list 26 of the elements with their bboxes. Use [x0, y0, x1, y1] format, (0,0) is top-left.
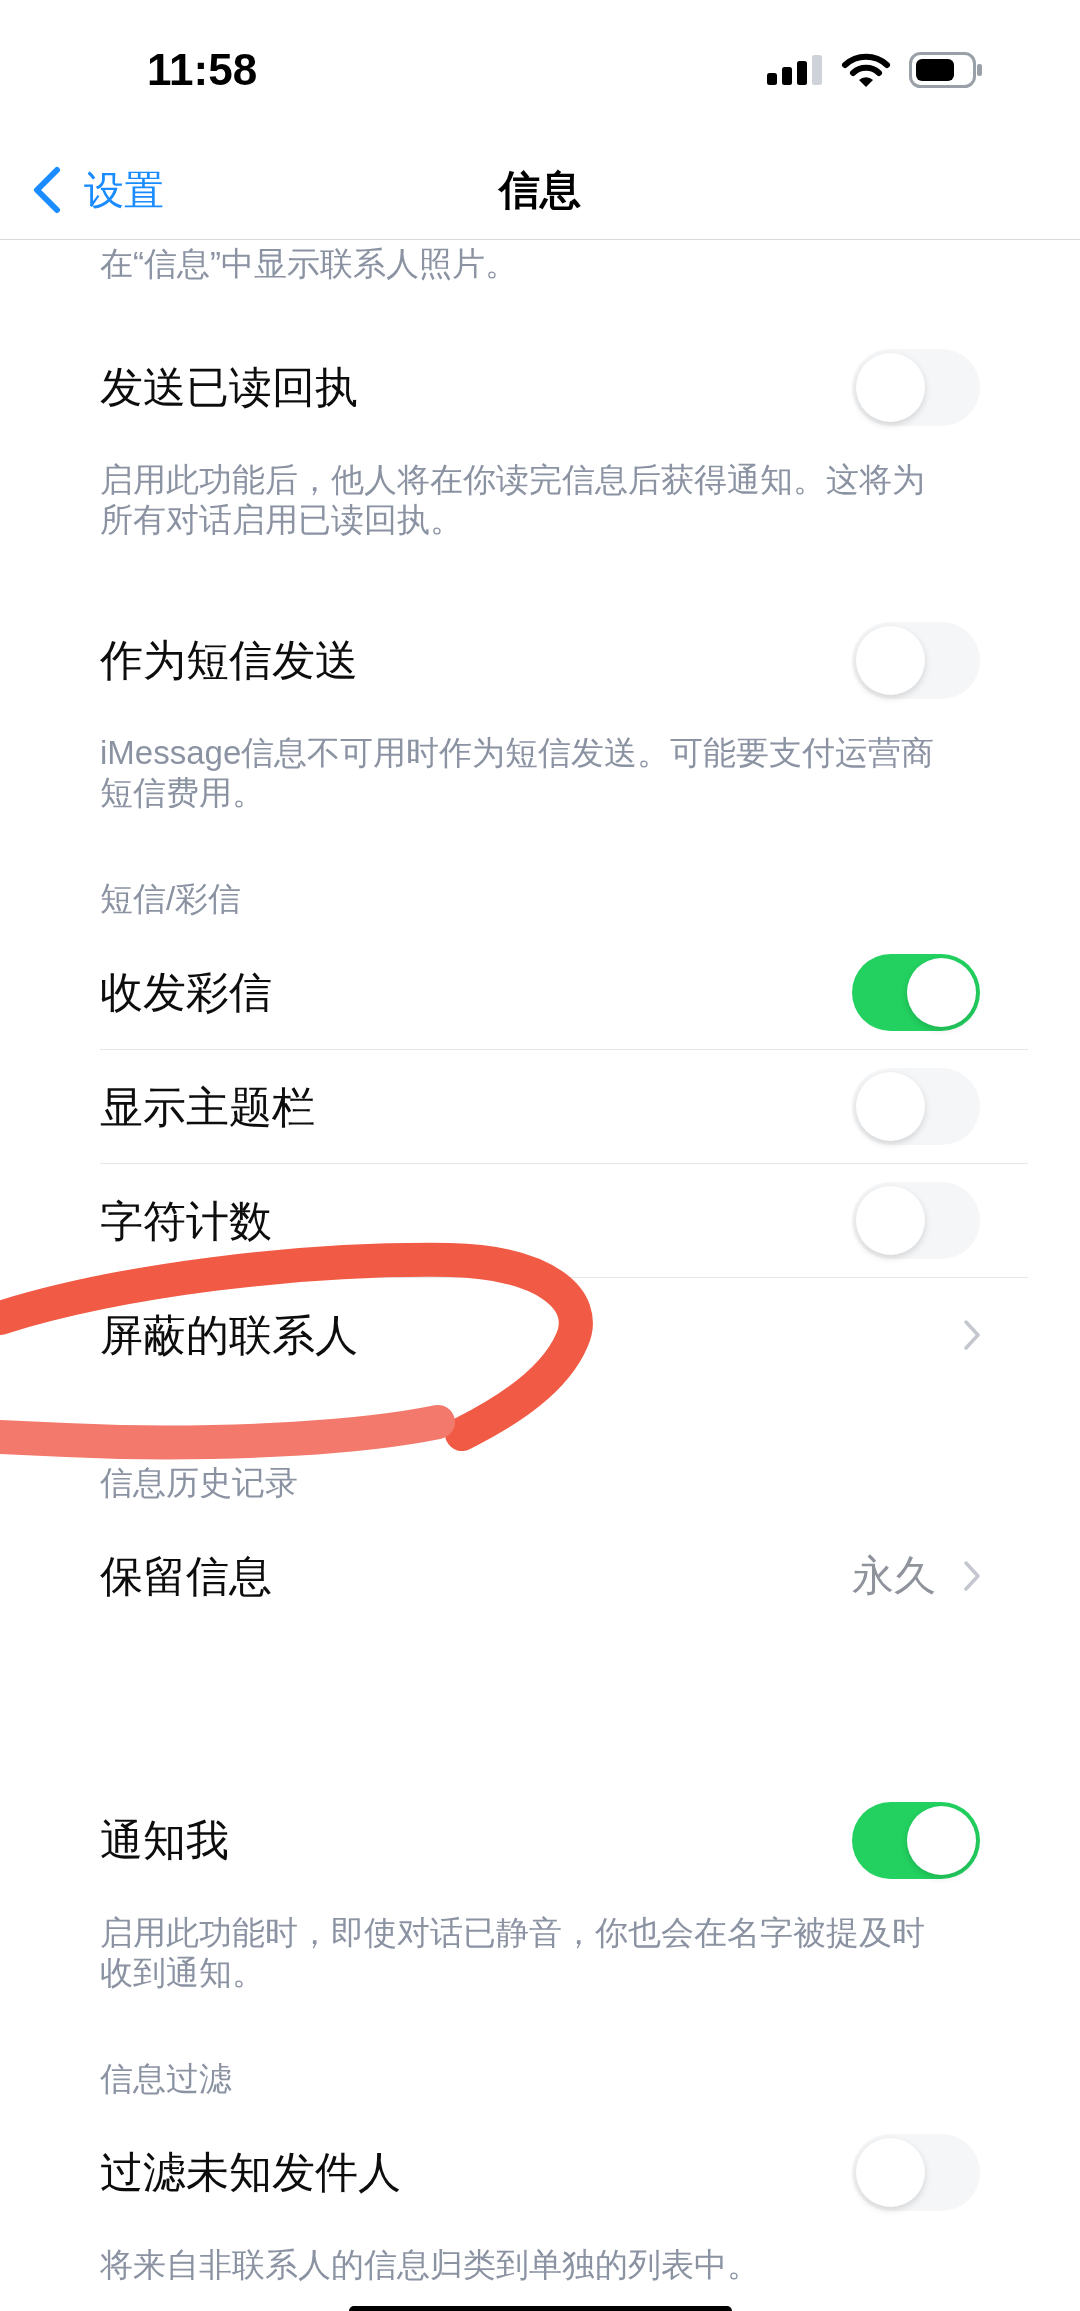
status-time: 11:58	[147, 48, 258, 92]
section-header: 信息历史记录	[99, 1463, 299, 1503]
section-footer: 将来自非联系人的信息归类到单独的列表中。	[0, 2229, 952, 2285]
battery-icon	[909, 52, 983, 88]
chevron-right-icon	[964, 1561, 980, 1591]
section-header: 短信/彩信	[99, 879, 243, 919]
back-chevron-icon	[32, 165, 62, 214]
section-footer: iMessage信息不可用时作为短信发送。可能要支付运营商短信费用。	[0, 717, 952, 813]
setting-label: 过滤未知发件人	[100, 2147, 401, 2198]
setting-label: 作为短信发送	[100, 635, 358, 686]
setting-label: 显示主题栏	[100, 1081, 315, 1133]
setting-value: 永久	[852, 1551, 936, 1601]
wifi-icon	[841, 52, 891, 88]
setting-label: 字符计数	[100, 1195, 272, 1247]
setting-label: 发送已读回执	[100, 362, 358, 413]
setting-label: 通知我	[100, 1815, 229, 1866]
settings-link[interactable]: 保留信息	[100, 1550, 272, 1602]
chevron-right-icon	[964, 1319, 980, 1350]
section-footer: 在“信息”中显示联系人照片。	[0, 244, 952, 284]
settings-link[interactable]: 屏蔽的联系人	[100, 1308, 358, 1361]
signal-strength-icon	[767, 55, 823, 85]
setting-label: 收发彩信	[100, 967, 272, 1018]
page-title: 信息	[499, 165, 581, 215]
section-footer: 启用此功能时，即使对话已静音，你也会在名字被提及时收到通知。	[0, 1897, 952, 1993]
section-header: 信息过滤	[99, 2059, 233, 2099]
section-footer: 启用此功能后，他人将在你读完信息后获得通知。这将为所有对话启用已读回执。	[0, 444, 952, 540]
